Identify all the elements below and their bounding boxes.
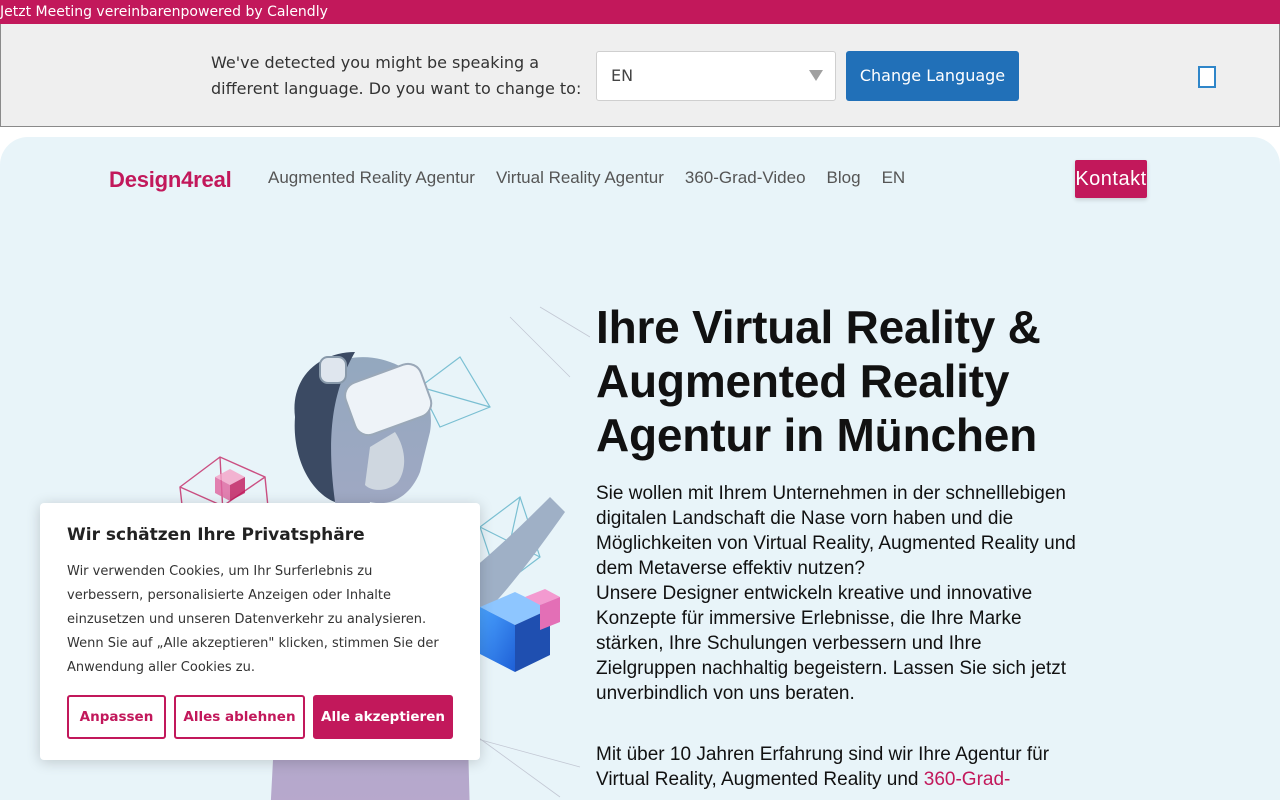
site-logo[interactable]: Design4real [109, 167, 232, 193]
language-banner-close-icon[interactable] [1198, 66, 1216, 88]
language-banner: We've detected you might be speaking a d… [0, 24, 1280, 127]
nav-item-360-video[interactable]: 360-Grad-Video [685, 168, 806, 188]
calendly-bar[interactable]: Jetzt Meeting vereinbarenpowered by Cale… [0, 0, 1280, 24]
cookie-customize-button[interactable]: Anpassen [67, 695, 166, 739]
hero-paragraph-2: Mit über 10 Jahren Erfahrung sind wir Ih… [596, 742, 1076, 792]
hero-paragraph-1b: Unsere Designer entwickeln kreative und … [596, 583, 1067, 704]
nav-item-language[interactable]: EN [882, 168, 906, 188]
language-select[interactable]: EN [596, 51, 836, 101]
nav-item-blog[interactable]: Blog [827, 168, 861, 188]
change-language-button[interactable]: Change Language [846, 51, 1019, 101]
hero-paragraph-1a: Sie wollen mit Ihrem Unternehmen in der … [596, 483, 1076, 579]
cookie-text: Wir verwenden Cookies, um Ihr Surferlebn… [67, 564, 439, 675]
contact-button[interactable]: Kontakt [1075, 160, 1147, 198]
cookie-title: Wir schätzen Ihre Privatsphäre [67, 525, 365, 545]
language-select-value: EN [611, 66, 634, 85]
hero-paragraph-1: Sie wollen mit Ihrem Unternehmen in der … [596, 481, 1076, 706]
cookie-consent-dialog: Wir schätzen Ihre Privatsphäre Wir verwe… [40, 503, 480, 760]
nav-item-augmented-reality[interactable]: Augmented Reality Agentur [268, 168, 475, 188]
360-video-link[interactable]: 360-Grad- [924, 769, 1011, 790]
hero-title: Ihre Virtual Reality & Augmented Reality… [596, 301, 1041, 461]
language-banner-message: We've detected you might be speaking a d… [211, 53, 582, 98]
cookie-accept-all-button[interactable]: Alle akzeptieren [313, 695, 453, 739]
main-nav: Augmented Reality Agentur Virtual Realit… [268, 168, 905, 188]
nav-item-virtual-reality[interactable]: Virtual Reality Agentur [496, 168, 664, 188]
cookie-reject-all-button[interactable]: Alles ablehnen [174, 695, 305, 739]
dropdown-caret-icon [809, 70, 823, 81]
